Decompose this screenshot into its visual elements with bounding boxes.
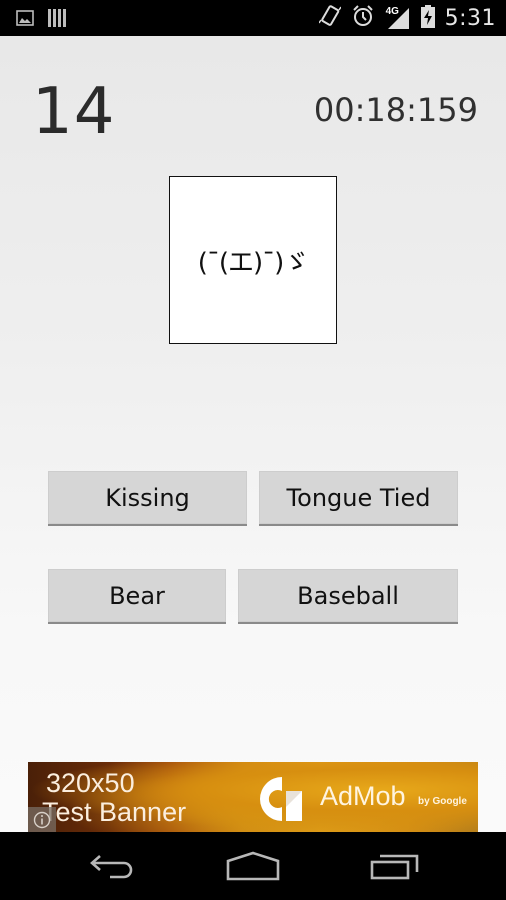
vibrate-icon [317, 4, 342, 33]
ad-label-text: Test Banner [42, 797, 187, 827]
navigation-bar [0, 832, 506, 900]
answer-button-bear[interactable]: Bear [48, 569, 226, 624]
alarm-icon [351, 4, 375, 33]
clock: 5:31 [444, 5, 496, 31]
ad-size-text: 320x50 [46, 768, 135, 798]
ad-brand-name: AdMob [320, 781, 406, 811]
game-screen: 14 00:18:159 (¯(エ)¯)ゞ Kissing Tongue Tie… [0, 36, 506, 832]
home-button[interactable] [223, 850, 283, 886]
ad-banner[interactable]: 320x50 Test Banner AdMob by Google [28, 762, 478, 832]
answer-button-tongue-tied[interactable]: Tongue Tied [259, 471, 458, 526]
recent-apps-icon [370, 852, 420, 885]
signal-4g-icon: 4G [384, 6, 411, 30]
answer-button-baseball[interactable]: Baseball [238, 569, 458, 624]
status-bar: 4G 5:31 [0, 0, 506, 36]
score-counter: 14 [32, 75, 116, 149]
answer-button-kissing[interactable]: Kissing [48, 471, 247, 526]
back-button[interactable] [82, 850, 142, 886]
ad-brand-sub: by Google [418, 796, 467, 807]
back-icon [88, 852, 136, 885]
battery-charging-icon [420, 4, 435, 33]
emoticon-card: (¯(エ)¯)ゞ [169, 176, 337, 344]
emoticon-text: (¯(エ)¯)ゞ [197, 247, 310, 278]
home-icon [226, 851, 280, 886]
barcode-icon [48, 8, 66, 33]
gallery-icon [16, 10, 34, 31]
info-icon[interactable] [28, 807, 56, 832]
elapsed-timer: 00:18:159 [313, 91, 478, 129]
recent-apps-button[interactable] [365, 850, 425, 886]
network-type-label: 4G [384, 6, 400, 17]
admob-logo-icon [256, 775, 304, 823]
